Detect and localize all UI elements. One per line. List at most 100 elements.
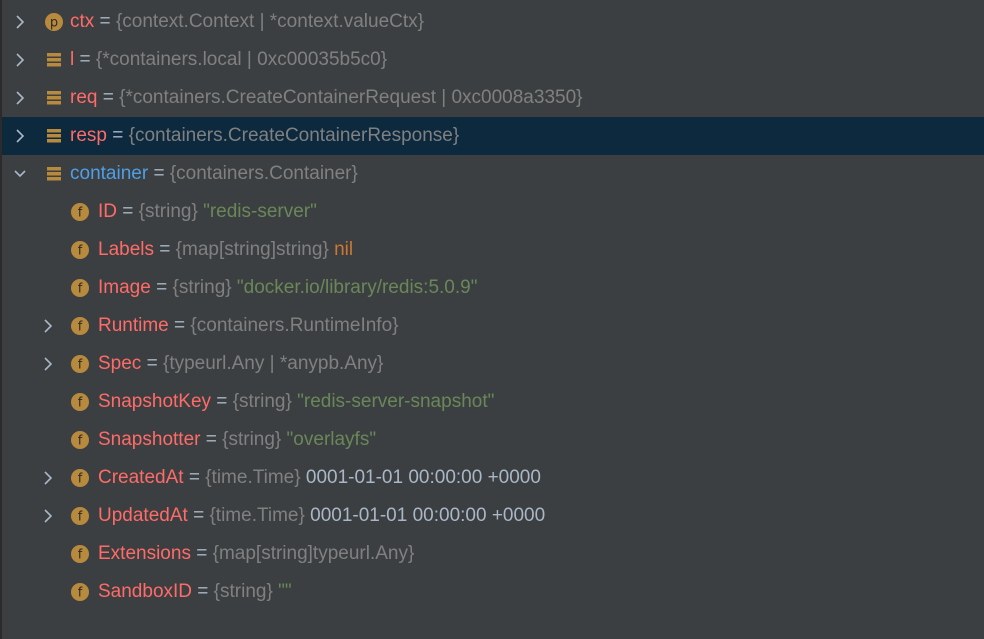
equals-sign: =	[211, 391, 233, 412]
tree-row-resp[interactable]: resp = {containers.CreateContainerRespon…	[2, 117, 984, 155]
equals-sign: =	[187, 505, 210, 526]
variable-name: ID	[98, 201, 117, 222]
variable-type: {*containers.CreateContainerRequest | 0x…	[119, 87, 583, 108]
equals-sign: =	[141, 353, 163, 374]
variable-name: Snapshotter	[98, 429, 201, 450]
svg-text:f: f	[78, 358, 83, 373]
variable-text: CreatedAt = {time.Time} 0001-01-01 00:00…	[98, 459, 541, 497]
tree-row-createdat[interactable]: f CreatedAt = {time.Time} 0001-01-01 00:0…	[2, 459, 984, 497]
variable-name: Image	[98, 277, 151, 298]
variable-type: {string}	[222, 429, 282, 450]
variable-text: Extensions = {map[string]typeurl.Any}	[98, 535, 414, 573]
variable-text: resp = {containers.CreateContainerRespon…	[70, 117, 459, 155]
equals-sign: =	[154, 239, 176, 260]
field-icon: f	[70, 316, 90, 336]
variable-type: {context.Context | *context.valueCtx}	[115, 11, 424, 32]
tree-row-spec[interactable]: f Spec = {typeurl.Any | *anypb.Any}	[2, 345, 984, 383]
equals-sign: =	[150, 277, 173, 298]
variable-name: Runtime	[98, 315, 169, 336]
tree-row-snapshotter[interactable]: f Snapshotter = {string} "overlayfs"	[2, 421, 984, 459]
svg-text:p: p	[50, 16, 58, 31]
equals-sign: =	[94, 11, 116, 32]
field-icon: f	[70, 392, 90, 412]
tree-row-req[interactable]: req = {*containers.CreateContainerReques…	[2, 79, 984, 117]
chevron-right-icon[interactable]	[12, 52, 28, 68]
chevron-right-icon[interactable]	[40, 470, 56, 486]
tree-row-snapshotkey[interactable]: f SnapshotKey = {string} "redis-server-sn…	[2, 383, 984, 421]
variable-value: ""	[272, 581, 292, 602]
equals-sign: =	[97, 87, 120, 108]
tree-row-image[interactable]: f Image = {string} "docker.io/library/red…	[2, 269, 984, 307]
chevron-right-icon[interactable]	[12, 128, 28, 144]
chevron-right-icon[interactable]	[40, 318, 56, 334]
svg-text:f: f	[78, 472, 83, 487]
svg-text:f: f	[78, 396, 83, 411]
variable-type: {containers.RuntimeInfo}	[190, 315, 399, 336]
variable-text: SandboxID = {string} ""	[98, 573, 292, 611]
equals-sign: =	[200, 429, 223, 450]
tree-row-updatedat[interactable]: f UpdatedAt = {time.Time} 0001-01-01 00:0…	[2, 497, 984, 535]
variable-text: l = {*containers.local | 0xc00035b5c0}	[70, 41, 387, 79]
svg-text:f: f	[78, 548, 83, 563]
svg-text:f: f	[78, 510, 83, 525]
tree-row-extensions[interactable]: f Extensions = {map[string]typeurl.Any}	[2, 535, 984, 573]
equals-sign: =	[117, 201, 139, 222]
variable-text: SnapshotKey = {string} "redis-server-sna…	[98, 383, 494, 421]
equals-sign: =	[168, 315, 191, 336]
equals-sign: =	[148, 163, 170, 184]
variable-type: {*containers.local | 0xc00035b5c0}	[95, 49, 388, 70]
variable-name: container	[70, 163, 149, 184]
field-icon: f	[70, 430, 90, 450]
svg-text:f: f	[78, 206, 83, 221]
chevron-right-icon[interactable]	[40, 508, 56, 524]
tree-row-runtime[interactable]: f Runtime = {containers.RuntimeInfo}	[2, 307, 984, 345]
variable-text: req = {*containers.CreateContainerReques…	[70, 79, 583, 117]
variable-value: "redis-server"	[197, 201, 317, 222]
debugger-variables-panel: p ctx = {context.Context | *context.value…	[0, 0, 984, 639]
svg-text:f: f	[78, 282, 83, 297]
chevron-right-icon[interactable]	[40, 356, 56, 372]
field-icon: f	[70, 582, 90, 602]
chevron-down-icon[interactable]	[12, 166, 28, 182]
svg-text:f: f	[78, 320, 83, 335]
variable-type: {map[string]typeurl.Any}	[212, 543, 415, 564]
variable-name: Spec	[98, 353, 142, 374]
variable-name: resp	[70, 125, 107, 146]
local-variable-icon	[44, 126, 64, 146]
field-icon: f	[70, 278, 90, 298]
variable-text: Snapshotter = {string} "overlayfs"	[98, 421, 376, 459]
variable-type: {string}	[138, 201, 198, 222]
variable-name: Labels	[98, 239, 154, 260]
svg-text:f: f	[78, 244, 83, 259]
variable-type: {typeurl.Any | *anypb.Any}	[162, 353, 384, 374]
tree-row-labels[interactable]: f Labels = {map[string]string} nil	[2, 231, 984, 269]
equals-sign: =	[183, 467, 206, 488]
variable-name: SnapshotKey	[98, 391, 212, 412]
svg-text:f: f	[78, 586, 83, 601]
variable-value: 0001-01-01 00:00:00 +0000	[304, 505, 546, 526]
tree-row-container[interactable]: container = {containers.Container}	[2, 155, 984, 193]
chevron-right-icon[interactable]	[12, 90, 28, 106]
variable-text: Labels = {map[string]string} nil	[98, 231, 353, 269]
tree-row-sandboxid[interactable]: f SandboxID = {string} ""	[2, 573, 984, 611]
variable-type: {containers.Container}	[169, 163, 358, 184]
variable-type: {time.Time}	[205, 467, 301, 488]
variable-type: {map[string]string}	[175, 239, 329, 260]
variable-value: "redis-server-snapshot"	[291, 391, 495, 412]
variable-text: UpdatedAt = {time.Time} 0001-01-01 00:00…	[98, 497, 545, 535]
variable-name: SandboxID	[98, 581, 193, 602]
tree-row-ctx[interactable]: p ctx = {context.Context | *context.value…	[2, 3, 984, 41]
chevron-right-icon[interactable]	[12, 14, 28, 30]
variable-name: req	[70, 87, 98, 108]
field-icon: f	[70, 354, 90, 374]
equals-sign: =	[74, 49, 96, 70]
field-icon: f	[70, 240, 90, 260]
tree-row-l[interactable]: l = {*containers.local | 0xc00035b5c0}	[2, 41, 984, 79]
variable-type: {string}	[232, 391, 292, 412]
variable-name: CreatedAt	[98, 467, 184, 488]
variable-name: UpdatedAt	[98, 505, 188, 526]
variable-value: 0001-01-01 00:00:00 +0000	[300, 467, 541, 488]
tree-row-id[interactable]: f ID = {string} "redis-server"	[2, 193, 984, 231]
variable-name: Extensions	[98, 543, 191, 564]
variable-value: "docker.io/library/redis:5.0.9"	[231, 277, 478, 298]
